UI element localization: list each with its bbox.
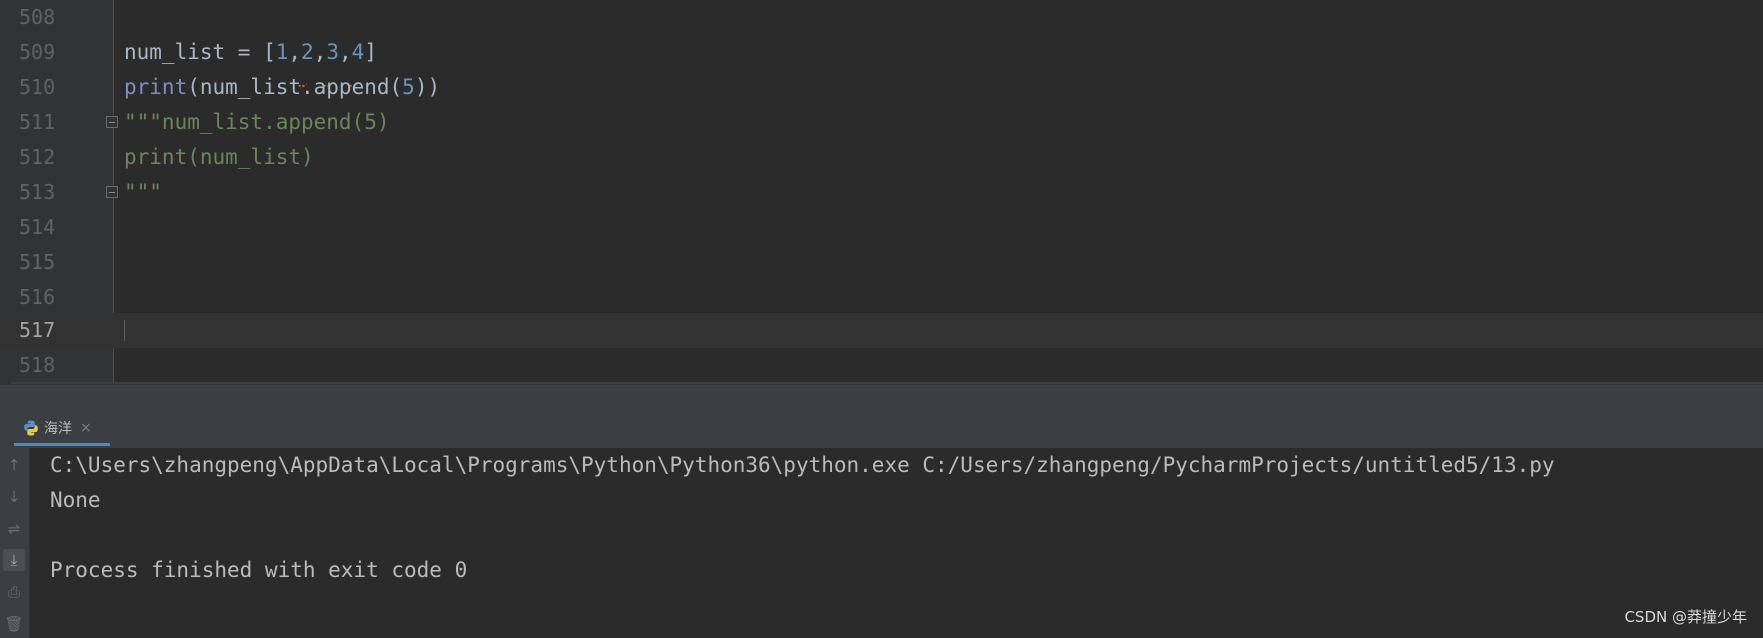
code-line[interactable]: 511 """num_list.append(5) [0,105,1763,140]
soft-wrap-icon[interactable]: ⇌ [3,518,25,540]
line-number: 512 [19,145,56,169]
string-token: print(num_list) [124,145,314,169]
code-line[interactable]: 510 print(num_list.append(5)) [0,70,1763,105]
console-line: Process finished with exit code 0 [50,558,468,582]
comma-token: , [339,40,352,64]
line-number: 518 [19,353,56,377]
panel-divider[interactable] [0,384,1763,413]
code-line[interactable]: 509 num_list = [1,2,3,4] [0,35,1763,87]
trash-icon[interactable]: 🗑 [3,613,25,635]
builtin-token: print [124,75,188,99]
console-line: C:\Users\zhangpeng\AppData\Local\Program… [50,453,1555,477]
code-line[interactable]: 518 [0,348,1763,383]
comma-token: , [313,40,327,64]
print-icon[interactable]: ⎙ [3,581,25,603]
code-token: num_list = [ [124,40,276,64]
fold-marker-icon[interactable] [106,116,118,128]
run-tab-bar: 海洋 × [0,412,1763,448]
console-output[interactable]: C:\Users\zhangpeng\AppData\Local\Program… [50,448,1750,588]
number-token: 4 [351,40,365,64]
line-number: 513 [19,180,56,204]
number-token: 1 [275,40,289,64]
close-icon[interactable]: × [80,420,92,436]
up-arrow-icon[interactable]: ↑ [3,454,25,476]
line-number: 514 [19,215,56,239]
line-number: 510 [19,75,56,99]
code-line[interactable]: 508 [0,0,1763,35]
string-token: """num_list.append(5) [124,110,390,134]
code-token: (num_list.append( [187,75,403,99]
code-token: ] [364,40,377,64]
line-number: 516 [19,285,56,309]
run-side-toolbar: ↑ ↓ ⇌ ⤓ ⎙ 🗑 [0,448,30,638]
run-tab-label: 海洋 [44,420,72,437]
line-number: 511 [19,110,56,134]
line-number: 517 [19,318,56,342]
code-line[interactable]: 515 [0,245,1763,280]
code-text: num_list = [1,2,3,4] [124,35,377,87]
line-number: 508 [19,5,56,29]
current-code-line[interactable]: 517 [0,313,1763,348]
line-number: 509 [19,40,56,64]
text-caret [124,320,125,341]
code-token: )) [414,75,441,99]
number-token: 5 [402,75,415,99]
comma-token: , [288,40,302,64]
code-line[interactable]: 516 [0,280,1763,315]
watermark: CSDN @莽撞少年 [1624,608,1747,626]
console-line: None [50,488,101,512]
down-arrow-icon[interactable]: ↓ [3,486,25,508]
code-text: print(num_list.append(5)) [124,70,440,105]
code-line[interactable]: 512 print(num_list) [0,140,1763,175]
python-icon [22,419,40,437]
number-token: 3 [326,40,339,64]
scroll-to-end-icon[interactable]: ⤓ [3,549,25,571]
code-line[interactable]: 513 """ [0,175,1763,210]
number-token: 2 [301,40,314,64]
code-line[interactable]: 514 [0,210,1763,245]
code-editor[interactable]: 508 509 num_list = [1,2,3,4] 510 print(n… [0,0,1763,384]
line-number: 515 [19,250,56,274]
fold-marker-icon[interactable] [106,186,118,198]
run-tab[interactable]: 海洋 × [14,412,110,446]
string-token: """ [124,180,162,204]
